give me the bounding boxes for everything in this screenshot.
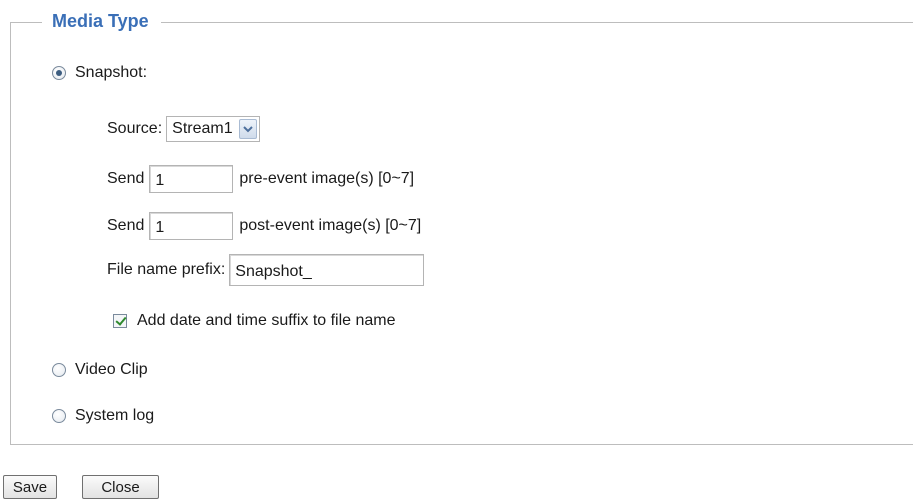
post-event-input[interactable] xyxy=(149,212,234,240)
video-clip-radio[interactable] xyxy=(52,363,66,377)
source-select[interactable]: Stream1 xyxy=(166,116,260,142)
system-log-option[interactable]: System log xyxy=(52,406,154,426)
pre-event-row: Send pre-event image(s) [0~7] xyxy=(107,165,414,193)
source-select-value: Stream1 xyxy=(172,120,233,137)
file-prefix-input[interactable] xyxy=(229,254,425,286)
post-event-suffix: post-event image(s) [0~7] xyxy=(239,217,422,234)
source-label: Source: xyxy=(107,120,163,137)
close-button[interactable]: Close xyxy=(82,475,159,499)
pre-event-suffix: pre-event image(s) [0~7] xyxy=(239,170,415,187)
chevron-down-icon[interactable] xyxy=(238,119,257,139)
snapshot-label: Snapshot: xyxy=(75,64,148,81)
video-clip-label: Video Clip xyxy=(75,361,148,378)
post-event-row: Send post-event image(s) [0~7] xyxy=(107,212,421,240)
system-log-radio[interactable] xyxy=(52,409,66,423)
snapshot-option[interactable]: Snapshot: xyxy=(52,63,147,83)
add-suffix-label: Add date and time suffix to file name xyxy=(137,312,396,329)
post-event-send-label: Send xyxy=(107,217,145,234)
video-clip-option[interactable]: Video Clip xyxy=(52,360,148,380)
pre-event-send-label: Send xyxy=(107,170,145,187)
file-prefix-label: File name prefix: xyxy=(107,261,226,278)
snapshot-radio[interactable] xyxy=(52,66,66,80)
save-button[interactable]: Save xyxy=(3,475,57,499)
add-suffix-checkbox[interactable] xyxy=(113,314,127,328)
add-suffix-option[interactable]: Add date and time suffix to file name xyxy=(113,311,396,331)
media-type-legend: Media Type xyxy=(42,10,161,32)
system-log-label: System log xyxy=(75,407,155,424)
file-prefix-row: File name prefix: xyxy=(107,254,425,286)
pre-event-input[interactable] xyxy=(149,165,234,193)
source-row: Source: Stream1 xyxy=(107,116,260,142)
